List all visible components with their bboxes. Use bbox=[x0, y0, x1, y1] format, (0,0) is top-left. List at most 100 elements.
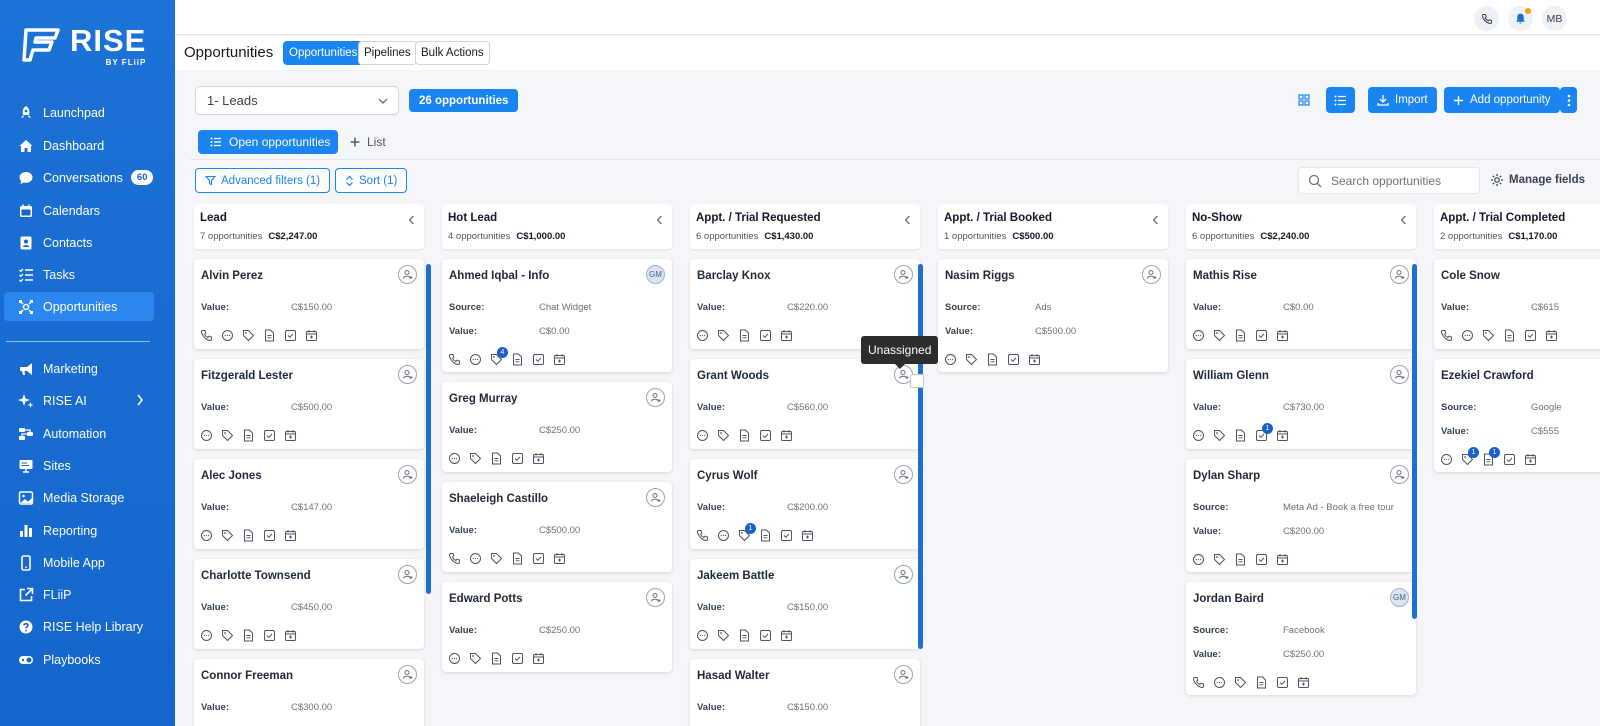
sidebar-item-reporting[interactable]: Reporting bbox=[4, 516, 154, 545]
task-check-icon[interactable] bbox=[759, 329, 780, 342]
task-check-icon[interactable] bbox=[1276, 676, 1297, 689]
task-check-icon[interactable] bbox=[263, 429, 284, 442]
opportunity-card[interactable]: Jordan Baird GM Source: Facebook Value: C$250… bbox=[1186, 582, 1416, 695]
calendar-add-icon[interactable] bbox=[1545, 329, 1566, 342]
calendar-add-icon[interactable] bbox=[780, 329, 801, 342]
calendar-add-icon[interactable] bbox=[284, 529, 305, 542]
document-icon[interactable] bbox=[511, 353, 532, 366]
document-icon[interactable] bbox=[738, 629, 759, 642]
tab-bulk-actions[interactable]: Bulk Actions bbox=[415, 41, 490, 65]
opportunity-card[interactable]: Connor Freeman Value: C$300.00 bbox=[194, 659, 424, 726]
opportunity-card[interactable]: Fitzgerald Lester Value: C$500.00 bbox=[194, 359, 424, 449]
assign-user-button[interactable] bbox=[646, 488, 665, 507]
calendar-add-icon[interactable] bbox=[1276, 429, 1297, 442]
task-check-icon[interactable] bbox=[1503, 453, 1524, 466]
task-check-icon[interactable] bbox=[263, 629, 284, 642]
task-check-icon[interactable] bbox=[511, 452, 532, 465]
assign-user-button[interactable] bbox=[894, 565, 913, 584]
chat-bubble-icon[interactable] bbox=[944, 353, 965, 366]
tag-icon[interactable] bbox=[1213, 429, 1234, 442]
assign-user-button[interactable] bbox=[1390, 365, 1409, 384]
calendar-add-icon[interactable] bbox=[305, 329, 326, 342]
sidebar-item-playbooks[interactable]: Playbooks bbox=[4, 645, 154, 674]
sidebar-item-launchpad[interactable]: Launchpad bbox=[4, 98, 154, 127]
tab-opportunities[interactable]: Opportunities bbox=[283, 41, 364, 65]
chat-bubble-icon[interactable] bbox=[717, 529, 738, 542]
chat-bubble-icon[interactable] bbox=[696, 329, 717, 342]
calendar-add-icon[interactable] bbox=[284, 629, 305, 642]
phone-icon[interactable] bbox=[448, 353, 469, 366]
sidebar-item-rise-help-library[interactable]: RISE Help Library bbox=[4, 612, 154, 641]
opportunity-card[interactable]: Shaeleigh Castillo Value: C$500.00 bbox=[442, 482, 672, 572]
assign-user-button[interactable] bbox=[398, 565, 417, 584]
user-avatar[interactable]: MB bbox=[1542, 6, 1567, 31]
task-check-icon[interactable] bbox=[780, 529, 801, 542]
task-check-icon[interactable] bbox=[511, 652, 532, 665]
sidebar-item-automation[interactable]: Automation bbox=[4, 419, 154, 448]
opportunity-card[interactable]: Mathis Rise Value: C$0.00 bbox=[1186, 259, 1416, 349]
more-options-button[interactable] bbox=[1560, 87, 1577, 113]
sidebar-item-conversations[interactable]: Conversations 60 bbox=[4, 163, 154, 192]
phone-icon[interactable] bbox=[200, 329, 221, 342]
assignee-avatar[interactable]: GM bbox=[646, 265, 665, 284]
calendar-add-icon[interactable] bbox=[284, 429, 305, 442]
assign-user-button[interactable] bbox=[1390, 265, 1409, 284]
task-check-icon[interactable] bbox=[759, 629, 780, 642]
assign-user-button[interactable] bbox=[894, 465, 913, 484]
add-list-button[interactable]: List bbox=[350, 135, 386, 149]
collapse-column-icon[interactable] bbox=[904, 215, 911, 225]
chat-bubble-icon[interactable] bbox=[469, 552, 490, 565]
document-icon[interactable] bbox=[1255, 676, 1276, 689]
document-icon[interactable] bbox=[511, 552, 532, 565]
document-icon[interactable]: 1 bbox=[1482, 447, 1503, 466]
sidebar-item-sites[interactable]: Sites bbox=[4, 451, 154, 480]
manage-fields-button[interactable]: Manage fields bbox=[1490, 173, 1585, 187]
assign-user-button[interactable] bbox=[894, 665, 913, 684]
opportunity-card[interactable]: Hasad Walter Value: C$150.00 bbox=[690, 659, 920, 726]
collapse-column-icon[interactable] bbox=[408, 215, 415, 225]
assign-user-button[interactable] bbox=[1142, 265, 1161, 284]
tag-icon[interactable] bbox=[490, 552, 511, 565]
calendar-add-icon[interactable] bbox=[1028, 353, 1049, 366]
chat-bubble-icon[interactable] bbox=[1192, 429, 1213, 442]
search-input[interactable] bbox=[1331, 173, 1471, 188]
chat-bubble-icon[interactable] bbox=[696, 629, 717, 642]
document-icon[interactable] bbox=[738, 329, 759, 342]
tag-icon[interactable] bbox=[221, 529, 242, 542]
calendar-add-icon[interactable] bbox=[780, 429, 801, 442]
task-check-icon[interactable] bbox=[1524, 329, 1545, 342]
calendar-add-icon[interactable] bbox=[532, 652, 553, 665]
document-icon[interactable] bbox=[242, 529, 263, 542]
assign-user-button[interactable] bbox=[894, 265, 913, 284]
tag-icon[interactable] bbox=[965, 353, 986, 366]
tag-icon[interactable] bbox=[1213, 329, 1234, 342]
document-icon[interactable] bbox=[1234, 429, 1255, 442]
opportunity-card[interactable]: Jakeem Battle Value: C$150.00 bbox=[690, 559, 920, 649]
task-check-icon[interactable] bbox=[759, 429, 780, 442]
opportunity-card[interactable]: William Glenn Value: C$730.00 1 bbox=[1186, 359, 1416, 449]
tag-icon[interactable] bbox=[717, 629, 738, 642]
document-icon[interactable] bbox=[738, 429, 759, 442]
card-select-checkbox[interactable] bbox=[910, 374, 924, 388]
opportunity-card[interactable]: Ezekiel Crawford Source: Google Value: C$555… bbox=[1434, 359, 1600, 472]
calendar-add-icon[interactable] bbox=[553, 353, 574, 366]
calendar-add-icon[interactable] bbox=[780, 629, 801, 642]
calendar-add-icon[interactable] bbox=[1297, 676, 1318, 689]
opportunity-card[interactable]: Cole Snow Value: C$615 bbox=[1434, 259, 1600, 349]
collapse-column-icon[interactable] bbox=[1400, 215, 1407, 225]
phone-button[interactable] bbox=[1474, 6, 1499, 31]
grid-view-button[interactable] bbox=[1291, 87, 1317, 113]
add-opportunity-button[interactable]: Add opportunity bbox=[1444, 87, 1560, 113]
document-icon[interactable] bbox=[242, 429, 263, 442]
task-check-icon[interactable] bbox=[532, 353, 553, 366]
document-icon[interactable] bbox=[263, 329, 284, 342]
calendar-add-icon[interactable] bbox=[1524, 453, 1545, 466]
tag-icon[interactable] bbox=[221, 629, 242, 642]
phone-icon[interactable] bbox=[1440, 329, 1461, 342]
chat-bubble-icon[interactable] bbox=[448, 652, 469, 665]
chat-bubble-icon[interactable] bbox=[1440, 453, 1461, 466]
tag-icon[interactable]: 1 bbox=[1461, 447, 1482, 466]
tag-icon[interactable] bbox=[1213, 553, 1234, 566]
sidebar-item-dashboard[interactable]: Dashboard bbox=[4, 131, 154, 160]
sidebar-item-marketing[interactable]: Marketing bbox=[4, 354, 154, 383]
